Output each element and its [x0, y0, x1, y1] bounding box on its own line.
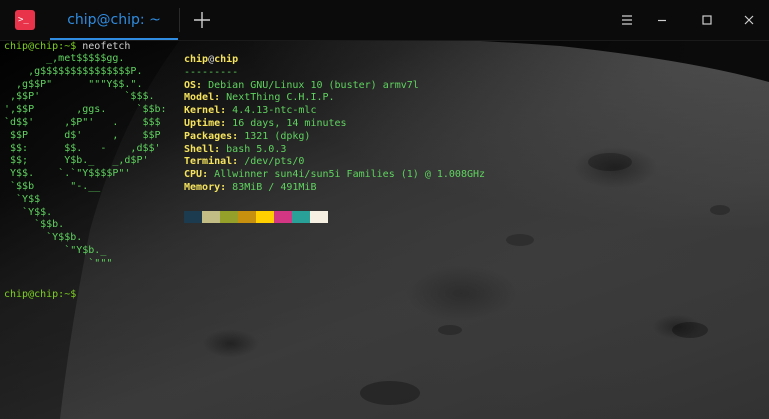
debian-ascii-logo: _,met$$$$$gg. ,g$$$$$$$$$$$$$$$P. ,g$$P"…: [4, 53, 167, 269]
username: chip: [184, 54, 209, 65]
terminal-app-icon: >_: [15, 10, 35, 30]
info-value: Debian GNU/Linux 10 (buster) armv7l: [208, 79, 419, 91]
color-swatch: [310, 211, 328, 223]
hostname: chip: [214, 54, 239, 65]
info-value: 4.4.13-ntc-mlc: [232, 105, 317, 117]
command-text: neofetch: [76, 41, 131, 52]
info-colon: :: [196, 79, 209, 91]
final-prompt-line[interactable]: chip@chip:~$: [4, 289, 76, 302]
info-row: Kernel: 4.4.13-ntc-mlc: [184, 105, 485, 118]
info-colon: :: [214, 92, 227, 104]
color-swatch: [184, 211, 202, 223]
info-key: Uptime: [184, 117, 221, 129]
tab-divider: [179, 8, 180, 32]
system-info: chip@chip --------- OS: Debian GNU/Linux…: [184, 54, 485, 195]
info-row: Memory: 83MiB / 491MiB: [184, 182, 485, 195]
plus-icon[interactable]: [188, 6, 216, 34]
info-key: Memory: [184, 181, 221, 193]
info-value: 16 days, 14 minutes: [232, 117, 347, 129]
info-row: Model: NextThing C.H.I.P.: [184, 92, 485, 105]
color-palette: [184, 211, 328, 223]
info-value: NextThing C.H.I.P.: [226, 92, 335, 104]
info-row: Packages: 1321 (dpkg): [184, 131, 485, 144]
terminal-window: >_ chip@chip: ~ chip@chip:~$ neofetch _,…: [0, 0, 769, 419]
color-swatch: [256, 211, 274, 223]
info-row: CPU: Allwinner sun4i/sun5i Families (1) …: [184, 169, 485, 182]
color-swatch: [238, 211, 256, 223]
hamburger-icon[interactable]: [617, 10, 637, 30]
shell-prompt: chip@chip:~$: [4, 41, 77, 52]
info-value: bash 5.0.3: [226, 143, 287, 155]
info-colon: :: [220, 105, 233, 117]
maximize-icon[interactable]: [697, 10, 717, 30]
info-key: CPU: [184, 169, 203, 181]
close-icon[interactable]: [739, 10, 759, 30]
info-colon: :: [232, 130, 245, 142]
info-row: Shell: bash 5.0.3: [184, 144, 485, 157]
info-value: 1321 (dpkg): [244, 130, 311, 142]
info-colon: :: [202, 169, 215, 181]
info-key: OS: [184, 79, 197, 91]
info-row: OS: Debian GNU/Linux 10 (buster) armv7l: [184, 80, 485, 93]
info-key: Terminal: [184, 156, 233, 168]
info-colon: :: [214, 143, 227, 155]
color-swatch: [292, 211, 310, 223]
title-bar: >_ chip@chip: ~: [0, 0, 769, 41]
info-key: Packages: [184, 130, 233, 142]
minimize-icon[interactable]: [652, 10, 672, 30]
separator-line: ---------: [184, 66, 239, 78]
tab-chip-home[interactable]: chip@chip: ~: [50, 0, 178, 40]
info-value: 83MiB / 491MiB: [232, 181, 317, 193]
info-value: /dev/pts/0: [244, 156, 305, 168]
color-swatch: [202, 211, 220, 223]
terminal-output[interactable]: chip@chip:~$ neofetch: [4, 41, 130, 54]
info-key: Kernel: [184, 105, 221, 117]
info-colon: :: [220, 117, 233, 129]
color-swatch: [274, 211, 292, 223]
command-line: chip@chip:~$ neofetch: [4, 41, 130, 54]
info-key: Model: [184, 92, 215, 104]
info-colon: :: [220, 181, 233, 193]
info-value: Allwinner sun4i/sun5i Families (1) @ 1.0…: [214, 169, 486, 181]
info-colon: :: [232, 156, 245, 168]
info-key: Shell: [184, 143, 215, 155]
info-row: Uptime: 16 days, 14 minutes: [184, 118, 485, 131]
user-host-line: chip@chip: [184, 54, 485, 67]
shell-prompt: chip@chip:~$: [4, 289, 77, 300]
info-row: Terminal: /dev/pts/0: [184, 156, 485, 169]
color-swatch: [220, 211, 238, 223]
